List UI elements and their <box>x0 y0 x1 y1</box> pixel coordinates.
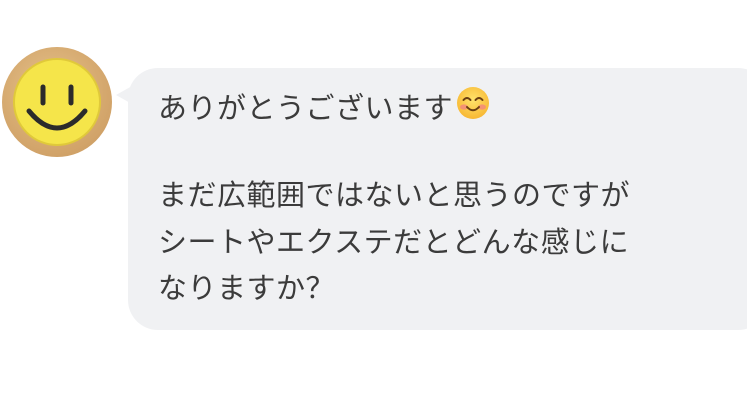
smiling-face-emoji-icon <box>455 85 491 129</box>
message-line: シートやエクステだとどんな感じに <box>158 225 630 259</box>
message-line: ありがとうございます <box>158 87 491 129</box>
message-line: なりますか？ <box>158 271 336 305</box>
message-line: まだ広範囲ではないと思うのですが <box>158 178 631 212</box>
smiley-face-icon <box>13 58 101 146</box>
sender-avatar[interactable] <box>2 47 112 157</box>
